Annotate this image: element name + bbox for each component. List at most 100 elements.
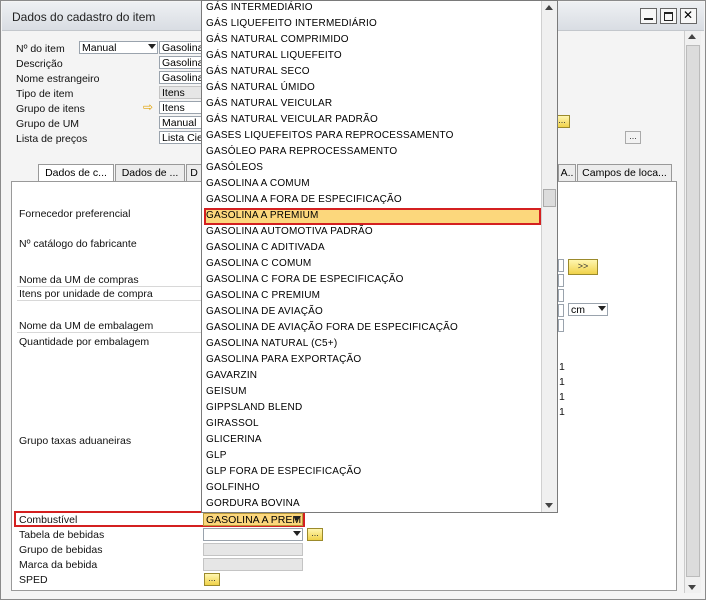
dropdown-option[interactable]: GASOLINA C FORA DE ESPECIFICAÇÃO <box>206 274 404 285</box>
dropdown-option[interactable]: GASOLINA DE AVIAÇÃO FORA DE ESPECIFICAÇÃ… <box>206 322 458 333</box>
chevron-down-icon <box>293 516 301 521</box>
maximize-icon[interactable] <box>660 8 677 24</box>
window-scrollbar[interactable] <box>684 31 701 593</box>
preferred-vendor-label: Fornecedor preferencial <box>19 208 131 220</box>
tab-local-fields[interactable]: Campos de loca... <box>577 164 672 182</box>
dropdown-option[interactable]: GASÓLEO PARA REPROCESSAMENTO <box>206 146 397 157</box>
scroll-thumb[interactable] <box>543 189 556 207</box>
dropdown-option[interactable]: GÁS NATURAL VEICULAR PADRÃO <box>206 114 378 125</box>
dropdown-option[interactable]: GIRASSOL <box>206 418 259 429</box>
unit-select[interactable]: cm <box>568 303 608 316</box>
beverage-table-select[interactable] <box>203 528 303 541</box>
expand-button[interactable]: >> <box>568 259 598 275</box>
dropdown-option[interactable]: GASOLINA DE AVIAÇÃO <box>206 306 323 317</box>
dropdown-option[interactable]: GAVARZIN <box>206 370 257 381</box>
item-no-mode-select[interactable]: Manual <box>79 41 158 54</box>
dropdown-option[interactable]: GASOLINA C PREMIUM <box>206 290 320 301</box>
dropdown-scrollbar[interactable] <box>541 1 557 512</box>
packaging-uom-label: Nome da UM de embalagem <box>19 320 154 332</box>
foreign-name-field[interactable]: Gasolina <box>159 71 203 84</box>
beverage-brand-field[interactable] <box>203 558 303 571</box>
dropdown-option[interactable]: GÁS NATURAL ÚMIDO <box>206 82 315 93</box>
description-field[interactable]: Gasolina <box>159 56 203 69</box>
customs-group-label: Grupo taxas aduaneiras <box>19 435 132 447</box>
price-list-browse-button[interactable]: ... <box>625 131 641 144</box>
dropdown-option[interactable]: GASÓLEOS <box>206 162 263 173</box>
dropdown-option[interactable]: GÁS LIQUEFEITO INTERMEDIÁRIO <box>206 18 377 29</box>
tab-sales[interactable]: Dados de ... <box>115 164 185 182</box>
items-per-purchase-unit-label: Itens por unidade de compra <box>19 288 153 300</box>
dropdown-option[interactable]: GÁS INTERMEDIÁRIO <box>206 2 313 13</box>
dropdown-option[interactable]: GÁS NATURAL VEICULAR <box>206 98 332 109</box>
dropdown-option[interactable]: GASOLINA PARA EXPORTAÇÃO <box>206 354 361 365</box>
dropdown-option[interactable]: GÁS NATURAL COMPRIMIDO <box>206 34 349 45</box>
fuel-dropdown-list[interactable]: GÁS INTERMEDIÁRIO GÁS LIQUEFEITO INTERMED… <box>201 0 558 513</box>
field-edge[interactable] <box>558 304 564 317</box>
qty-per-package-label: Quantidade por embalagem <box>19 336 150 348</box>
description-label: Descrição <box>16 58 63 70</box>
scroll-up-icon[interactable] <box>545 5 553 10</box>
scroll-thumb[interactable] <box>686 45 700 577</box>
tab-a[interactable]: A.. <box>558 164 576 182</box>
purchase-uom-field-edge[interactable] <box>558 259 564 272</box>
purchase-uom-label: Nome da UM de compras <box>19 274 139 286</box>
dropdown-option[interactable]: GLP <box>206 450 227 461</box>
price-list-field[interactable]: Lista Cien <box>159 131 203 144</box>
sped-browse-button[interactable]: ... <box>204 573 220 586</box>
dimension-value: 1 <box>559 376 565 388</box>
fuel-label: Combustível <box>19 514 78 526</box>
beverage-group-field[interactable] <box>203 543 303 556</box>
dropdown-option[interactable]: GASOLINA A COMUM <box>206 178 310 189</box>
beverage-table-label: Tabela de bebidas <box>19 529 105 541</box>
minimize-icon[interactable] <box>640 8 657 24</box>
chevron-down-icon <box>598 306 606 311</box>
uom-group-field[interactable]: Manual <box>159 116 203 129</box>
dropdown-option[interactable]: GASOLINA AUTOMOTIVA PADRÃO <box>206 226 373 237</box>
window-title: Dados do cadastro do item <box>12 10 156 24</box>
item-no-field[interactable]: Gasolina <box>159 41 203 54</box>
dropdown-option[interactable]: GLICERINA <box>206 434 262 445</box>
scroll-up-icon[interactable] <box>688 34 696 39</box>
dropdown-option[interactable]: GÁS NATURAL SECO <box>206 66 310 77</box>
mfr-catalog-label: Nº catálogo do fabricante <box>19 238 137 250</box>
dropdown-option[interactable]: GASOLINA C ADITIVADA <box>206 242 325 253</box>
item-group-label: Grupo de itens <box>16 103 85 115</box>
link-arrow-icon[interactable]: ⇨ <box>143 100 153 114</box>
scroll-down-icon[interactable] <box>688 585 696 590</box>
fuel-select[interactable]: GASOLINA A PREMIUM <box>203 513 303 526</box>
dropdown-option[interactable]: GLP FORA DE ESPECIFICAÇÃO <box>206 466 361 477</box>
tab-purchasing[interactable]: Dados de c... <box>38 164 114 182</box>
divider <box>17 300 201 301</box>
dropdown-option[interactable]: GÁS NATURAL LIQUEFEITO <box>206 50 342 61</box>
dropdown-option[interactable]: GASOLINA C COMUM <box>206 258 311 269</box>
dropdown-option[interactable]: GASOLINA A PREMIUM <box>206 210 319 221</box>
chevron-down-icon <box>293 531 301 536</box>
sped-label: SPED <box>19 574 48 586</box>
chevron-down-icon <box>148 44 156 49</box>
dropdown-option[interactable]: GASOLINA NATURAL (C5+) <box>206 338 337 349</box>
divider <box>17 332 201 333</box>
field-edge[interactable] <box>558 289 564 302</box>
item-no-label: Nº do item <box>16 43 65 55</box>
dropdown-option[interactable]: GEISUM <box>206 386 247 397</box>
item-type-label: Tipo de item <box>16 88 74 100</box>
dropdown-option[interactable]: GIPPSLAND BLEND <box>206 402 302 413</box>
beverage-group-label: Grupo de bebidas <box>19 544 103 556</box>
dropdown-option[interactable]: GORDURA BOVINA <box>206 498 300 509</box>
field-edge[interactable] <box>558 319 564 332</box>
dimension-value: 1 <box>559 361 565 373</box>
item-group-field[interactable]: Itens <box>159 101 203 114</box>
close-icon[interactable]: ✕ <box>680 8 697 24</box>
item-type-field[interactable]: Itens <box>159 86 203 99</box>
dropdown-option[interactable]: GOLFINHO <box>206 482 260 493</box>
foreign-name-label: Nome estrangeiro <box>16 73 100 85</box>
uom-group-label: Grupo de UM <box>16 118 80 130</box>
dropdown-option[interactable]: GASES LIQUEFEITOS PARA REPROCESSAMENTO <box>206 130 454 141</box>
tab-d[interactable]: D <box>186 164 202 182</box>
dimension-value: 1 <box>559 406 565 418</box>
dropdown-option[interactable]: GASOLINA A FORA DE ESPECIFICAÇÃO <box>206 194 402 205</box>
field-edge[interactable] <box>558 274 564 287</box>
beverage-table-browse-button[interactable]: ... <box>307 528 323 541</box>
price-list-label: Lista de preços <box>16 133 88 145</box>
scroll-down-icon[interactable] <box>545 503 553 508</box>
